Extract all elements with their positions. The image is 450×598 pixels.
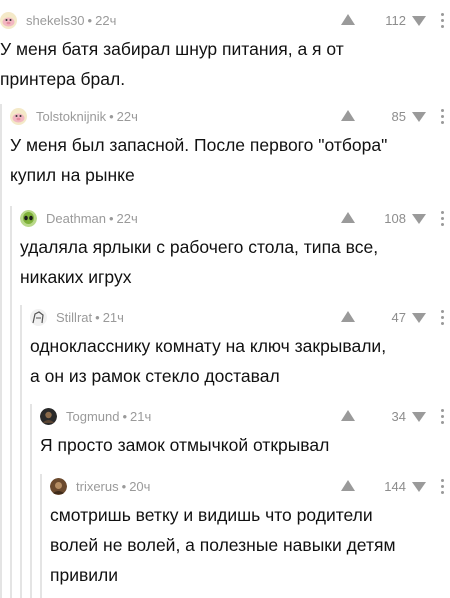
upvote-arrow-icon[interactable]: [341, 14, 355, 25]
comment-text: У меня был запасной. После первого "отбо…: [10, 135, 388, 185]
comment-time[interactable]: 20ч: [129, 479, 150, 494]
comment-time[interactable]: 22ч: [117, 211, 138, 226]
comment: shekels30 • 22ч 112 У меня батя забирал шн…: [0, 8, 450, 94]
comment-header: Tolstoknijnik • 22ч 85: [10, 104, 450, 130]
more-options-icon[interactable]: [441, 13, 444, 28]
pig-avatar-icon[interactable]: [10, 108, 27, 125]
upvote-arrow-icon[interactable]: [341, 480, 355, 491]
meta-separator: •: [87, 13, 93, 28]
author-name[interactable]: Deathman: [46, 211, 106, 226]
comment-header: trixerus • 20ч 144: [50, 474, 450, 500]
dark-avatar-icon[interactable]: [40, 408, 57, 425]
upvote-arrow-icon[interactable]: [341, 110, 355, 121]
meta-separator: •: [108, 211, 114, 226]
author-name[interactable]: trixerus: [76, 479, 119, 494]
comment: Togmund • 21ч 34 Я просто замок отмычкой о…: [30, 404, 450, 598]
pig-avatar-icon[interactable]: [0, 12, 17, 29]
comment-meta: Togmund • 21ч: [66, 409, 151, 424]
comment-meta: shekels30 • 22ч: [26, 13, 116, 28]
comment-text: удаляла ярлыки с рабочего стола, типа вс…: [20, 237, 379, 287]
comment-thread: shekels30 • 22ч 112 У меня батя забирал шн…: [0, 0, 450, 598]
more-options-icon[interactable]: [441, 409, 444, 424]
comment-text: У меня батя забирал шнур питания, а я от…: [0, 39, 344, 89]
downvote-arrow-icon[interactable]: [412, 313, 426, 323]
downvote-arrow-icon[interactable]: [412, 112, 426, 122]
comment-meta: Tolstoknijnik • 22ч: [36, 109, 138, 124]
comment-time[interactable]: 22ч: [117, 109, 138, 124]
comment-text: смотришь ветку и видишь что родители вол…: [50, 505, 396, 585]
brown-avatar-icon[interactable]: [50, 478, 67, 495]
alien-avatar-icon[interactable]: [20, 210, 37, 227]
comment-meta: Stillrat • 21ч: [56, 310, 124, 325]
comment-time[interactable]: 21ч: [130, 409, 151, 424]
comment-meta: trixerus • 20ч: [76, 479, 150, 494]
comment-text: однокласснику комнату на ключ закрывали,…: [30, 336, 387, 386]
branch-line[interactable]: [0, 104, 2, 598]
author-name[interactable]: Tolstoknijnik: [36, 109, 106, 124]
comment-header: Stillrat • 21ч 47: [30, 305, 450, 331]
branch-line[interactable]: [10, 206, 12, 598]
more-options-icon[interactable]: [441, 479, 444, 494]
comment: Deathman • 22ч 108 удаляла ярлыки с рабоче…: [10, 206, 450, 598]
comment-header: Togmund • 21ч 34: [40, 404, 450, 430]
comment-header: Deathman • 22ч 108: [20, 206, 450, 232]
comment-rating: 47: [391, 310, 406, 325]
comment-rating: 144: [384, 479, 406, 494]
author-name[interactable]: Togmund: [66, 409, 119, 424]
branch-line[interactable]: [40, 474, 42, 598]
comment-text: Я просто замок отмычкой открывал: [40, 435, 330, 455]
branch-line[interactable]: [20, 305, 22, 598]
author-name[interactable]: Stillrat: [56, 310, 92, 325]
upvote-arrow-icon[interactable]: [341, 311, 355, 322]
more-options-icon[interactable]: [441, 211, 444, 226]
comment: Tolstoknijnik • 22ч 85 У меня был запасной…: [0, 104, 450, 598]
comment: trixerus • 20ч 144 смотришь ветку и видишь…: [40, 474, 450, 598]
upvote-arrow-icon[interactable]: [341, 212, 355, 223]
comment-rating: 112: [385, 13, 406, 28]
more-options-icon[interactable]: [441, 310, 444, 325]
comment-time[interactable]: 22ч: [95, 13, 116, 28]
comment: Stillrat • 21ч 47 однокласснику комнату на…: [20, 305, 450, 598]
sketch-avatar-icon[interactable]: [30, 309, 47, 326]
downvote-arrow-icon[interactable]: [412, 412, 426, 422]
meta-separator: •: [95, 310, 100, 325]
comment-rating: 108: [384, 211, 406, 226]
comment-rating: 34: [391, 409, 406, 424]
downvote-arrow-icon[interactable]: [412, 16, 426, 26]
more-options-icon[interactable]: [441, 109, 444, 124]
branch-line[interactable]: [30, 404, 32, 598]
meta-separator: •: [122, 409, 128, 424]
author-name[interactable]: shekels30: [26, 13, 85, 28]
comment-meta: Deathman • 22ч: [46, 211, 138, 226]
downvote-arrow-icon[interactable]: [412, 214, 426, 224]
comment-header: shekels30 • 22ч 112: [0, 8, 450, 34]
comment-rating: 85: [391, 109, 406, 124]
comment-time[interactable]: 21ч: [103, 310, 124, 325]
meta-separator: •: [109, 109, 114, 124]
meta-separator: •: [121, 479, 127, 494]
downvote-arrow-icon[interactable]: [412, 482, 426, 492]
upvote-arrow-icon[interactable]: [341, 410, 355, 421]
